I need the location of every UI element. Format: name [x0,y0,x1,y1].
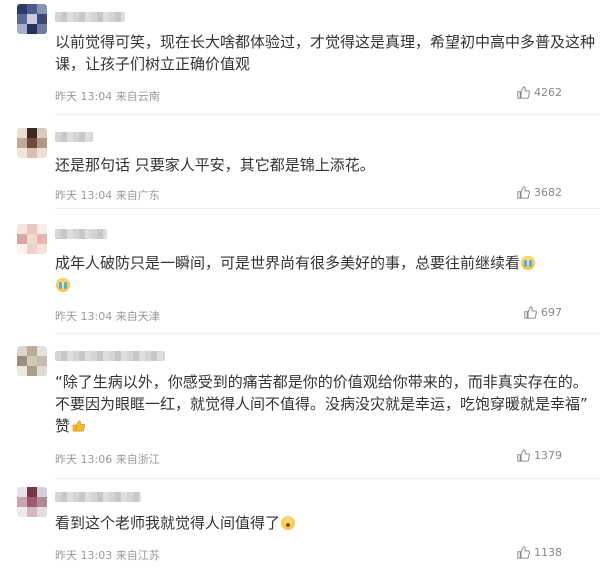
comment-time: 昨天 13:04 [55,90,113,103]
comment-time: 昨天 13:06 [55,453,113,466]
like-button[interactable]: 1138 [517,546,562,559]
comment-feed: 以前觉得可笑，现在长大啥都体验过，才觉得这是真理，希望初中高中多普及这种课，让孩… [0,0,600,575]
thumbs-up-icon [517,449,530,462]
comment-location: 来自天津 [115,310,160,323]
divider [55,333,600,334]
comment-location: 来自云南 [115,90,160,103]
like-button[interactable]: 3682 [517,186,562,199]
like-button[interactable]: 697 [524,306,562,319]
thumbs-up-icon [517,186,530,199]
username-blurred[interactable] [55,492,141,502]
thumbs-up-icon [517,546,530,559]
avatar[interactable] [17,487,47,517]
thumbs-up-emoji-icon [72,420,86,432]
comment-text-body: 看到这个老师我就觉得人间值得了 [55,514,281,532]
thumbs-up-icon [524,306,537,319]
comment-time: 昨天 13:04 [55,310,113,323]
avatar[interactable] [17,224,47,254]
comment-text: 成年人破防只是一瞬间，可是世界尚有很多美好的事，总要往前继续看 [55,252,595,296]
crying-face-emoji-icon [521,256,536,270]
like-button[interactable]: 4262 [517,86,562,99]
comment-meta: 昨天 13:06 来自浙江 [55,451,160,467]
crying-face-emoji-icon [56,278,70,292]
username-blurred[interactable] [55,229,107,239]
like-count: 697 [541,306,562,319]
comment-time: 昨天 13:03 [55,549,113,562]
divider [55,208,600,209]
divider [55,478,600,479]
comment-item: “除了生病以外，你感受到的痛苦都是你的价值观给你带来的，而非真实存在的。不要因为… [0,335,600,480]
comment-item: 看到这个老师我就觉得人间值得了 昨天 13:03 来自江苏 1138 [0,480,600,575]
comment-meta: 昨天 13:03 来自江苏 [55,547,160,563]
comment-location: 来自江苏 [115,549,160,562]
comment-location: 来自广东 [115,189,160,202]
like-button[interactable]: 1379 [517,449,562,462]
like-count: 1379 [534,449,562,462]
comment-meta: 昨天 13:04 来自广东 [55,187,160,203]
thumbs-up-icon [517,86,530,99]
comment-text-body: “除了生病以外，你感受到的痛苦都是你的价值观给你带来的，而非真实存在的。不要因为… [55,373,593,435]
like-count: 3682 [534,186,562,199]
comment-meta: 昨天 13:04 来自天津 [55,308,160,324]
avatar[interactable] [17,4,47,34]
comment-location: 来自浙江 [115,453,160,466]
avatar[interactable] [17,128,47,158]
comment-text-body: 成年人破防只是一瞬间，可是世界尚有很多美好的事，总要往前继续看 [55,254,521,272]
comment-item: 以前觉得可笑，现在长大啥都体验过，才觉得这是真理，希望初中高中多普及这种课，让孩… [0,0,600,115]
username-blurred[interactable] [55,12,125,22]
like-count: 4262 [534,86,562,99]
comment-text: 还是那句话 只要家人平安，其它都是锦上添花。 [55,156,375,174]
avatar[interactable] [17,346,47,376]
username-blurred[interactable] [55,132,93,142]
comment-item: 成年人破防只是一瞬间，可是世界尚有很多美好的事，总要往前继续看 昨天 13:04… [0,210,600,335]
comment-text: 看到这个老师我就觉得人间值得了 [55,512,595,534]
comment-time: 昨天 13:04 [55,189,113,202]
username-blurred[interactable] [55,351,165,361]
comment-text: “除了生病以外，你感受到的痛苦都是你的价值观给你带来的，而非真实存在的。不要因为… [55,371,595,437]
comment-meta: 昨天 13:04 来自云南 [55,88,160,104]
like-count: 1138 [534,546,562,559]
surprised-face-emoji-icon [281,516,296,530]
comment-item: 还是那句话 只要家人平安，其它都是锦上添花。 昨天 13:04 来自广东 368… [0,115,600,210]
comment-text: 以前觉得可笑，现在长大啥都体验过，才觉得这是真理，希望初中高中多普及这种课，让孩… [55,33,596,73]
